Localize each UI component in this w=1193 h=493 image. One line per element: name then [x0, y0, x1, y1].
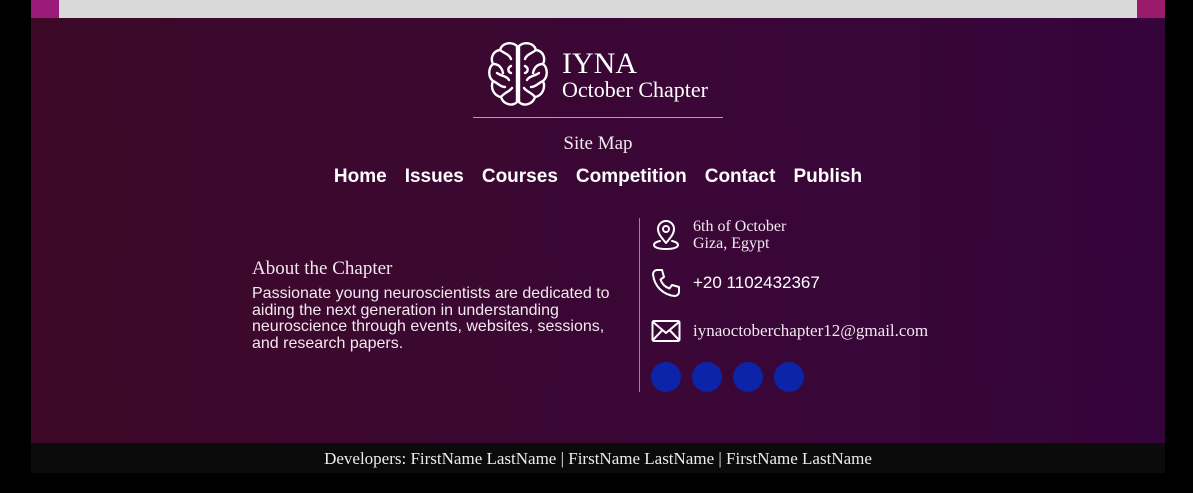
top-accent-right	[1137, 0, 1165, 18]
vertical-divider	[639, 218, 640, 392]
developers-bar: Developers: FirstName LastName | FirstNa…	[31, 443, 1165, 473]
nav-competition-link[interactable]: Competition	[576, 166, 687, 188]
nav-publish-link[interactable]: Publish	[793, 166, 862, 188]
brand-divider	[473, 117, 723, 118]
brand-subtitle: October Chapter	[562, 77, 708, 102]
email-row[interactable]: iynaoctoberchapter12@gmail.com	[651, 316, 928, 346]
email-address[interactable]: iynaoctoberchapter12@gmail.com	[693, 321, 928, 341]
social-link-1[interactable]	[651, 362, 681, 392]
brand-title: IYNA	[562, 47, 637, 80]
social-link-3[interactable]	[733, 362, 763, 392]
location-row: 6th of October Giza, Egypt	[651, 218, 786, 252]
nav-courses-link[interactable]: Courses	[482, 166, 558, 188]
phone-row[interactable]: +20 1102432367	[651, 268, 820, 298]
nav-contact-link[interactable]: Contact	[705, 166, 776, 188]
about-text: Passionate young neuroscientists are ded…	[252, 285, 610, 352]
sitemap-nav: Home Issues Courses Competition Contact …	[31, 166, 1165, 188]
brain-icon	[488, 42, 548, 106]
site-footer: IYNA October Chapter Site Map Home Issue…	[31, 18, 1165, 443]
location-line-2: Giza, Egypt	[693, 235, 770, 252]
top-strip	[59, 0, 1137, 18]
top-accent-left	[31, 0, 59, 18]
nav-issues-link[interactable]: Issues	[405, 166, 464, 188]
location-line-1: 6th of October	[693, 218, 787, 235]
phone-number[interactable]: +20 1102432367	[693, 273, 820, 293]
about-heading: About the Chapter	[252, 258, 393, 279]
social-link-4[interactable]	[774, 362, 804, 392]
mail-icon	[651, 316, 681, 346]
top-bar	[0, 0, 1193, 18]
social-link-2[interactable]	[692, 362, 722, 392]
phone-icon	[651, 268, 681, 298]
about-section: About the Chapter Passionate young neuro…	[252, 258, 632, 352]
social-links	[651, 362, 804, 392]
location-pin-icon	[651, 220, 681, 250]
brand-logo[interactable]: IYNA October Chapter	[487, 40, 727, 110]
sitemap-heading: Site Map	[563, 133, 633, 154]
developers-credit: Developers: FirstName LastName | FirstNa…	[324, 449, 872, 468]
nav-home-link[interactable]: Home	[334, 166, 387, 188]
